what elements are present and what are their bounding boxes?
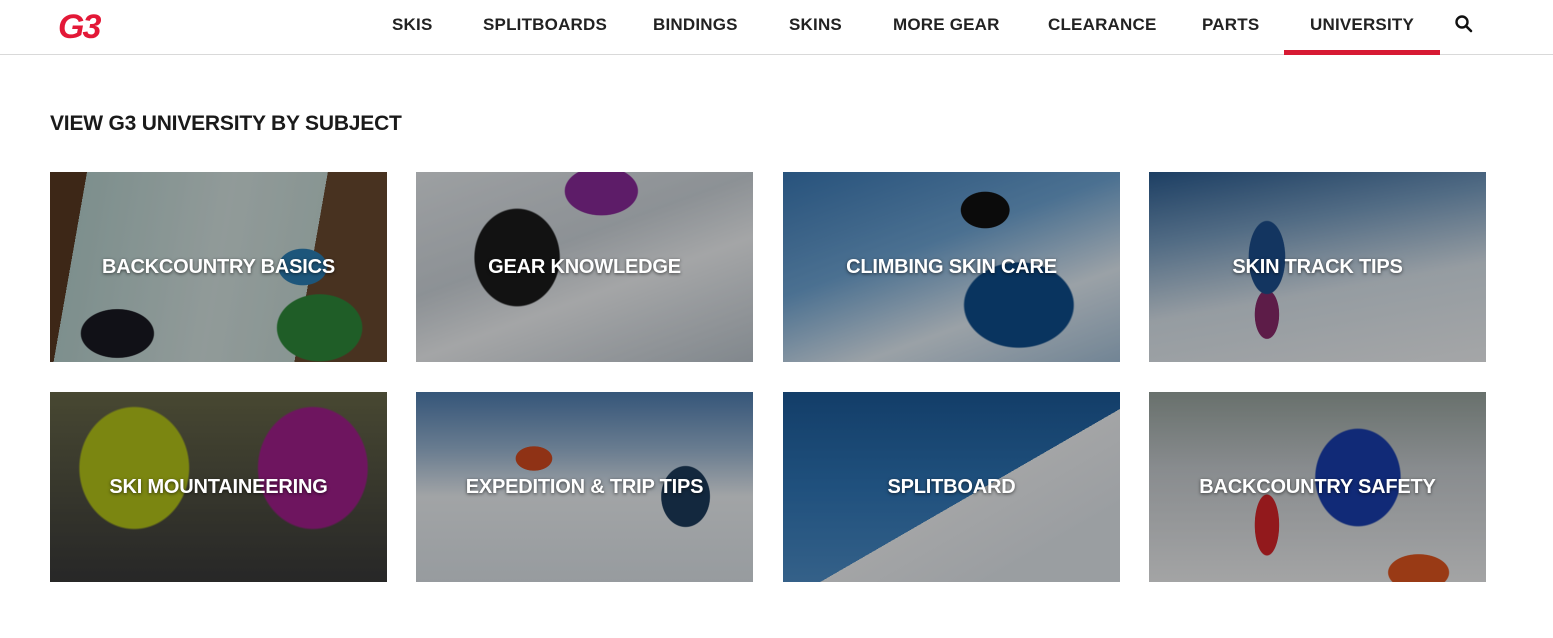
search-icon[interactable]: [1454, 14, 1474, 34]
nav-item-bindings[interactable]: BINDINGS: [653, 0, 738, 54]
tile-label: BACKCOUNTRY SAFETY: [1199, 475, 1436, 498]
tile-label: CLIMBING SKIN CARE: [846, 255, 1057, 278]
tile-label: GEAR KNOWLEDGE: [488, 255, 681, 278]
tile-label: SKIN TRACK TIPS: [1232, 255, 1403, 278]
g3-logo[interactable]: G3: [58, 9, 122, 45]
tile-label: BACKCOUNTRY BASICS: [101, 255, 336, 278]
subject-tile-ski-mountaineering[interactable]: SKI MOUNTAINEERING: [50, 392, 387, 582]
tile-label: SKI MOUNTAINEERING: [109, 475, 328, 498]
subject-tile-gear-knowledge[interactable]: GEAR KNOWLEDGE: [416, 172, 753, 362]
subject-tile-climbing-skin-care[interactable]: CLIMBING SKIN CARE: [783, 172, 1120, 362]
subject-tile-backcountry-safety[interactable]: BACKCOUNTRY SAFETY: [1149, 392, 1486, 582]
nav-item-parts[interactable]: PARTS: [1202, 0, 1259, 54]
nav-item-splitboards[interactable]: SPLITBOARDS: [483, 0, 607, 54]
nav-item-clearance[interactable]: CLEARANCE: [1048, 0, 1157, 54]
logo-text: G3: [58, 8, 101, 46]
subject-tile-skin-track-tips[interactable]: SKIN TRACK TIPS: [1149, 172, 1486, 362]
subject-tile-expedition-trip-tips[interactable]: EXPEDITION & TRIP TIPS: [416, 392, 753, 582]
site-header: G3 SKIS SPLITBOARDS BINDINGS SKINS MORE …: [0, 0, 1553, 55]
tile-label: SPLITBOARD: [887, 475, 1016, 498]
nav-item-university[interactable]: UNIVERSITY: [1283, 0, 1441, 55]
tile-label: EXPEDITION & TRIP TIPS: [465, 475, 704, 498]
subject-tile-backcountry-basics[interactable]: BACKCOUNTRY BASICS: [50, 172, 387, 362]
subject-tile-splitboard[interactable]: SPLITBOARD: [783, 392, 1120, 582]
nav-item-skins[interactable]: SKINS: [789, 0, 842, 54]
nav-item-skis[interactable]: SKIS: [392, 0, 432, 54]
page-title: VIEW G3 UNIVERSITY BY SUBJECT: [50, 112, 402, 135]
nav-item-more-gear[interactable]: MORE GEAR: [893, 0, 1000, 54]
